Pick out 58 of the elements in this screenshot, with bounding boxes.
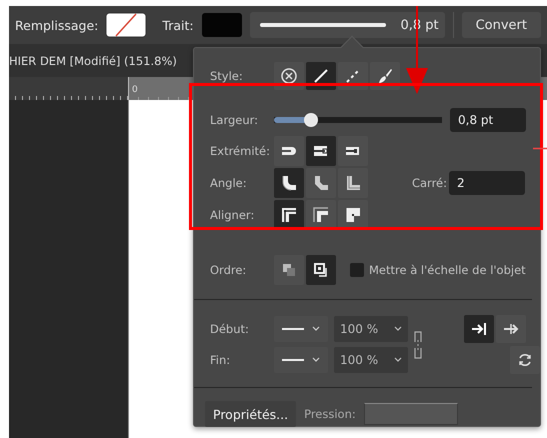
round-cap-button[interactable] (274, 136, 304, 166)
chevron-icon (394, 326, 402, 332)
bevel-join-icon (312, 174, 330, 192)
stroke-label: Trait: (162, 18, 194, 32)
bevel-join-button[interactable] (306, 168, 336, 198)
no-stroke-icon (280, 67, 298, 85)
swap-button[interactable] (510, 346, 540, 374)
pressure-label: Pression: (304, 407, 356, 421)
solid-line-icon (312, 67, 330, 85)
cap-label: Extrémité: (210, 144, 271, 158)
align-label: Aligner: (210, 208, 256, 222)
arrowhead-dropdown[interactable] (274, 347, 328, 373)
width-field[interactable]: 0,8 pt (450, 108, 526, 132)
size-dropdown[interactable]: 100 % (334, 316, 408, 342)
no-fill-swatch[interactable] (106, 13, 146, 37)
layer-front-icon (312, 261, 330, 279)
arrow-to-bar-icon (470, 320, 488, 338)
document-title: HIER DEM [Modifié] (151.8%) (9, 54, 177, 68)
stroke-swatch[interactable] (202, 13, 242, 37)
brush-icon (376, 67, 394, 85)
miter-join-button[interactable] (338, 168, 368, 198)
butt-cap-button[interactable] (338, 136, 368, 166)
end-label: Fin: (210, 353, 232, 367)
outside-align-icon (344, 206, 362, 224)
scale-checkbox-label: Mettre à l'échelle de l'objet (369, 263, 526, 277)
checkbox[interactable] (350, 263, 364, 277)
miter-label: Carré: (412, 176, 447, 190)
annotation-line (533, 147, 547, 150)
miter-join-icon (344, 174, 362, 192)
size-dropdown[interactable]: 100 % (334, 347, 408, 373)
layer-behind-icon (280, 261, 298, 279)
order-label: Ordre: (210, 263, 248, 277)
layer-behind-button[interactable] (274, 255, 304, 285)
layer-front-button[interactable] (306, 255, 336, 285)
arrow-through-bar-button[interactable] (496, 315, 526, 343)
style-label: Style: (210, 69, 244, 83)
fill-label: Remplissage: (15, 18, 98, 32)
miter-field[interactable]: 2 (449, 171, 525, 195)
arrowhead-dropdown[interactable] (274, 316, 328, 342)
center-align-icon (280, 206, 298, 224)
convert-button[interactable]: Convert (462, 12, 541, 38)
round-join-button[interactable] (274, 168, 304, 198)
square-cap-button[interactable] (306, 136, 336, 166)
center-align-button[interactable] (274, 200, 304, 230)
properties-button[interactable]: Propriétés... (205, 401, 296, 427)
inside-align-button[interactable] (306, 200, 336, 230)
outside-align-button[interactable] (338, 200, 368, 230)
width-label: Largeur: (210, 113, 260, 127)
slider-thumb[interactable] (304, 113, 318, 127)
ruler-label: 0 (131, 84, 138, 95)
join-label: Angle: (210, 176, 248, 190)
inside-align-icon (312, 206, 330, 224)
start-label: Début: (210, 322, 250, 336)
chevron-icon (394, 357, 402, 363)
pressure-graph[interactable] (364, 403, 458, 425)
arrow-to-bar-button[interactable] (464, 315, 494, 343)
round-join-icon (280, 174, 298, 192)
refresh-icon (517, 352, 533, 368)
